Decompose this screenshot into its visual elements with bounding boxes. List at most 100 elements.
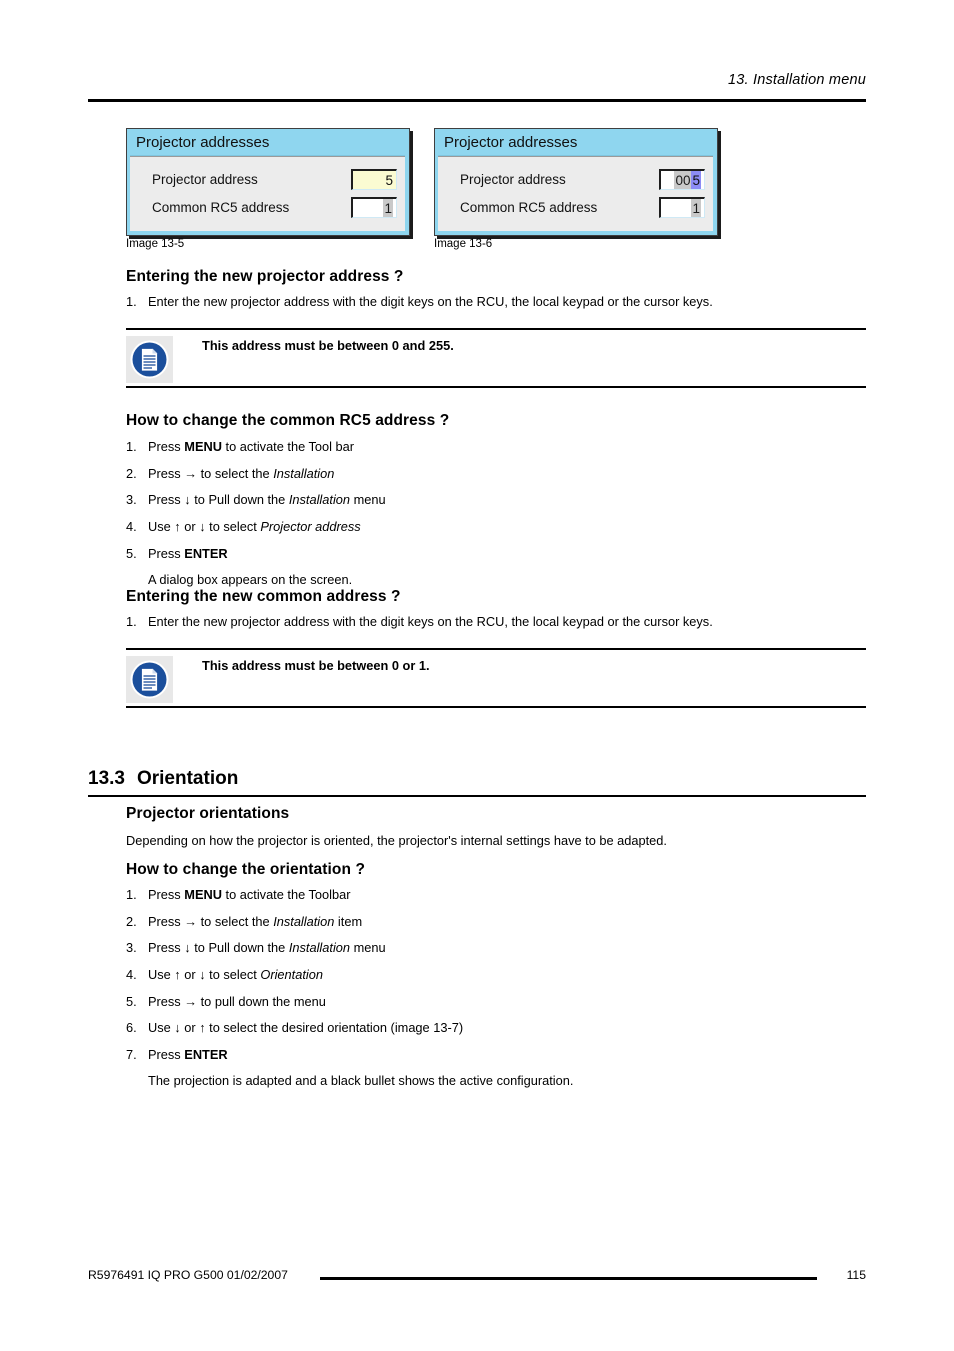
list-item-number: 7. (126, 1046, 137, 1062)
dialog-titlebar: Projector addresses (130, 132, 405, 156)
list-item-text-pre: Press → to select the (148, 913, 274, 929)
heading-change-rc5-address: How to change the common RC5 address ? (126, 412, 450, 429)
common-rc5-address-field[interactable]: 1 (351, 197, 397, 219)
note-box-2: This address must be between 0 or 1. (126, 648, 866, 708)
list-item-text-pre: Press (148, 1046, 185, 1062)
list-item: 7. Press ENTER (126, 1047, 866, 1064)
figure-group: Projector addresses Projector address 5 … (126, 128, 866, 256)
field-digits: 1 (691, 199, 701, 218)
paragraph-orientation-intro: Depending on how the projector is orient… (126, 833, 667, 848)
list-item-number: 1. (126, 294, 137, 309)
projector-addresses-dialog-2: Projector addresses Projector address 00… (434, 128, 718, 236)
list-item-text-post: menu (350, 940, 386, 956)
note-document-icon-svg (130, 660, 169, 699)
list-item-number: 4. (126, 966, 137, 982)
list-entering-common-address: 1. Enter the new projector address with … (126, 614, 866, 641)
list-item: 4. Use ↑ or ↓ to select Projector addres… (126, 519, 866, 536)
menu-name-projector-address: Projector address (260, 518, 361, 534)
page-footer: R5976491 IQ PRO G500 01/02/2007 115 (88, 1268, 866, 1286)
list-item-number: 1. (126, 439, 137, 454)
menu-name-installation: Installation (288, 940, 351, 956)
note-document-icon (126, 656, 173, 703)
figure-caption: Image 13-5 (126, 238, 185, 250)
common-rc5-address-value: 1 (383, 199, 393, 218)
list-item-text-post: item (334, 913, 363, 929)
note-box-1: This address must be between 0 and 255. (126, 328, 866, 388)
list-item-number: 3. (126, 492, 137, 508)
dialog-row-label: Common RC5 address (152, 200, 290, 216)
dialog-row-label: Common RC5 address (460, 200, 598, 216)
common-rc5-address-value: 1 (691, 199, 701, 218)
list-item: 5. Press → to pull down the menu (126, 994, 866, 1011)
list-change-orientation: 1. Press MENU to activate the Toolbar 2.… (126, 887, 866, 1100)
dialog-row-projector-address: Projector address 00 5 (460, 166, 705, 194)
list-item: 6. Use ↓ or ↑ to select the desired orie… (126, 1020, 866, 1037)
projector-addresses-dialog-1: Projector addresses Projector address 5 … (126, 128, 410, 236)
note-document-icon (126, 336, 173, 383)
projector-address-value-prefix: 00 (674, 171, 692, 190)
figure-caption: Image 13-6 (434, 238, 493, 250)
list-change-rc5-address: 1. Press MENU to activate the Tool bar 2… (126, 439, 866, 599)
list-item-text-pre: Press (148, 887, 185, 902)
list-item-number: 1. (126, 887, 137, 902)
note-rule-bottom (126, 386, 866, 388)
list-item-text-pre: Press → to pull down the menu (148, 993, 326, 1009)
key-label-menu: MENU (184, 439, 222, 454)
menu-name-orientation: Orientation (260, 966, 323, 982)
list-item: 3. Press ↓ to Pull down the Installation… (126, 940, 866, 957)
list-item-result: The projection is adapted and a black bu… (126, 1073, 866, 1090)
note-document-icon-svg (130, 340, 169, 379)
projector-address-value: 5 (385, 172, 393, 188)
list-item-number: 5. (126, 545, 137, 561)
list-item-number: 2. (126, 913, 137, 929)
heading-entering-projector-address: Entering the new projector address ? (126, 268, 404, 285)
dialog-titlebar: Projector addresses (438, 132, 713, 156)
list-item-result: A dialog box appears on the screen. (126, 572, 866, 589)
key-label-enter: ENTER (184, 1046, 228, 1062)
list-item: 5. Press ENTER (126, 546, 866, 563)
list-item-number: 3. (126, 940, 137, 956)
list-item-text-pre: Press (148, 545, 185, 561)
heading-projector-orientations: Projector orientations (126, 805, 290, 822)
section-title: Orientation (136, 768, 239, 789)
header-rule (88, 99, 866, 102)
projector-address-field[interactable]: 00 5 (659, 169, 705, 191)
list-item: 2. Press → to select the Installation it… (126, 914, 866, 931)
document-page: 13. Installation menu Projector addresse… (0, 0, 954, 1351)
projector-address-value-selected-digit: 5 (691, 171, 701, 190)
list-item: 1. Press MENU to activate the Tool bar (126, 439, 866, 456)
list-item-text-pre: Press → to select the (148, 465, 274, 481)
list-item-number: 5. (126, 993, 137, 1009)
projector-address-field[interactable]: 5 (351, 169, 397, 191)
menu-name-installation: Installation (288, 492, 351, 508)
field-digits: 00 5 (674, 171, 701, 190)
list-item-text-pre: Press ↓ to Pull down the (148, 940, 289, 956)
key-label-enter: ENTER (184, 545, 228, 561)
list-item: 1. Enter the new projector address with … (126, 614, 866, 631)
section-number: 13.3 (88, 768, 125, 789)
menu-name-installation: Installation (273, 465, 335, 481)
figure-image-13-5: Projector addresses Projector address 5 … (126, 128, 410, 250)
field-digits: 1 (383, 199, 393, 218)
section-heading-orientation: 13.3 Orientation (88, 768, 238, 790)
running-header: 13. Installation menu (727, 72, 866, 88)
heading-change-orientation: How to change the orientation ? (126, 861, 366, 878)
key-label-menu: MENU (184, 887, 222, 902)
menu-name-installation: Installation (273, 913, 335, 929)
list-item-number: 4. (126, 518, 137, 534)
common-rc5-address-field[interactable]: 1 (659, 197, 705, 219)
dialog-row-common-rc5-address: Common RC5 address 1 (460, 194, 705, 222)
figure-image-13-6: Projector addresses Projector address 00… (434, 128, 718, 250)
dialog-body: Projector address 00 5 Common RC5 addres… (438, 155, 713, 231)
note-text: This address must be between 0 and 255. (202, 338, 454, 353)
list-item-text: Enter the new projector address with the… (148, 614, 713, 629)
footer-document-id: R5976491 IQ PRO G500 01/02/2007 (88, 1268, 288, 1282)
dialog-row-common-rc5-address: Common RC5 address 1 (152, 194, 397, 222)
dialog-row-label: Projector address (460, 172, 566, 188)
list-item-number: 2. (126, 465, 137, 481)
list-item-result-text: A dialog box appears on the screen. (148, 572, 353, 588)
list-item-text-post: to activate the Toolbar (221, 887, 351, 902)
list-item-text-pre: Use ↑ or ↓ to select (148, 518, 261, 534)
list-item-text-pre: Press (148, 439, 185, 454)
list-entering-projector-address: 1. Enter the new projector address with … (126, 294, 866, 321)
